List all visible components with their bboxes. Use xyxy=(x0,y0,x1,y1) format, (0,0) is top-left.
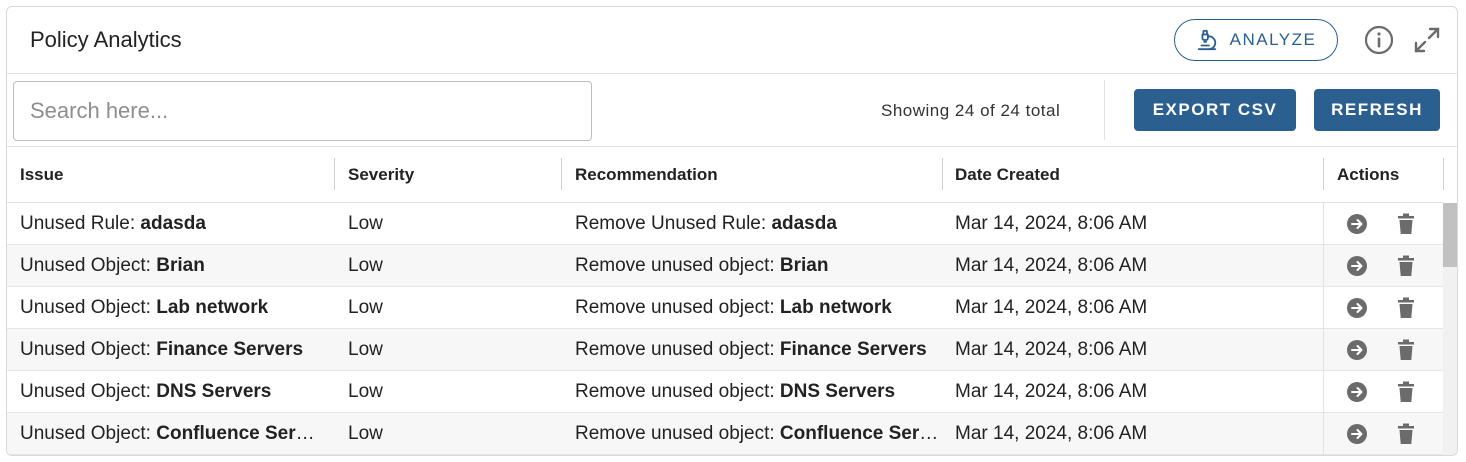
microscope-icon xyxy=(1197,29,1216,51)
recommendation-name: adasda xyxy=(771,213,837,234)
toolbar-divider xyxy=(1104,80,1105,140)
severity-cell: Low xyxy=(348,213,383,234)
issue-name: Lab network xyxy=(156,297,269,318)
date-cell: Mar 14, 2024, 8:06 AM xyxy=(955,297,1148,318)
issue-name: Confluence Servers xyxy=(156,423,317,444)
severity-cell: Low xyxy=(348,339,383,360)
table-row[interactable]: Unused Object: Brian Low Remove unused o… xyxy=(7,245,1443,287)
recommendation-name: Finance Servers xyxy=(779,339,927,360)
severity-cell: Low xyxy=(348,381,383,402)
recommendation-name: Confluence Servers xyxy=(779,423,942,444)
column-header-severity[interactable]: Severity xyxy=(335,147,414,203)
search-input[interactable] xyxy=(13,81,592,141)
trash-icon[interactable] xyxy=(1396,381,1416,403)
date-cell: Mar 14, 2024, 8:06 AM xyxy=(955,381,1148,402)
analyze-label: ANALYZE xyxy=(1229,30,1317,49)
issue-name: adasda xyxy=(140,213,206,234)
issues-table: Issue Severity Recommendation Date Creat… xyxy=(7,147,1457,455)
trash-icon[interactable] xyxy=(1396,213,1416,235)
recommendation-cell: Remove unused object: Confluence Servers xyxy=(562,413,942,454)
arrow-circle-right-icon[interactable] xyxy=(1346,213,1368,235)
column-header-actions: Actions xyxy=(1337,165,1400,184)
expand-icon[interactable] xyxy=(1412,25,1442,55)
export-csv-button[interactable]: EXPORT CSV xyxy=(1134,89,1296,131)
date-cell: Mar 14, 2024, 8:06 AM xyxy=(955,255,1148,276)
table-row[interactable]: Unused Object: Confluence Servers Low Re… xyxy=(7,413,1443,455)
recommendation-name: Brian xyxy=(779,255,829,276)
result-count: Showing 24 of 24 total xyxy=(881,101,1061,120)
recommendation-name: Lab network xyxy=(779,297,892,318)
recommendation-name: DNS Servers xyxy=(779,381,896,402)
issue-name: DNS Servers xyxy=(156,381,272,402)
table-row[interactable]: Unused Rule: adasda Low Remove Unused Ru… xyxy=(7,203,1443,245)
trash-icon[interactable] xyxy=(1396,297,1416,319)
date-cell: Mar 14, 2024, 8:06 AM xyxy=(955,423,1148,444)
recommendation-cell: Remove unused object: Finance Servers xyxy=(575,339,927,360)
trash-icon[interactable] xyxy=(1396,423,1416,445)
arrow-circle-right-icon[interactable] xyxy=(1346,423,1368,445)
recommendation-cell: Remove unused object: Brian xyxy=(575,255,829,276)
analyze-button[interactable]: ANALYZE xyxy=(1174,19,1338,61)
recommendation-cell: Remove Unused Rule: adasda xyxy=(575,213,837,234)
table-body: Unused Rule: adasda Low Remove Unused Ru… xyxy=(7,203,1443,455)
toolbar: Showing 24 of 24 total EXPORT CSV REFRES… xyxy=(7,74,1457,147)
date-cell: Mar 14, 2024, 8:06 AM xyxy=(955,339,1148,360)
column-header-recommendation[interactable]: Recommendation xyxy=(562,147,718,203)
arrow-circle-right-icon[interactable] xyxy=(1346,339,1368,361)
issue-cell: Unused Object: Confluence Servers xyxy=(7,413,317,454)
table-header: Issue Severity Recommendation Date Creat… xyxy=(7,147,1444,203)
arrow-circle-right-icon[interactable] xyxy=(1346,381,1368,403)
issue-name: Brian xyxy=(156,255,205,276)
date-cell: Mar 14, 2024, 8:06 AM xyxy=(955,213,1148,234)
severity-cell: Low xyxy=(348,255,383,276)
table-row[interactable]: Unused Object: Lab network Low Remove un… xyxy=(7,287,1443,329)
refresh-button[interactable]: REFRESH xyxy=(1314,89,1440,131)
trash-icon[interactable] xyxy=(1396,339,1416,361)
recommendation-cell: Remove unused object: DNS Servers xyxy=(575,381,896,402)
arrow-circle-right-icon[interactable] xyxy=(1346,255,1368,277)
issue-name: Finance Servers xyxy=(156,339,304,360)
table-row[interactable]: Unused Object: DNS Servers Low Remove un… xyxy=(7,371,1443,413)
issue-cell: Unused Object: Lab network xyxy=(20,297,269,318)
scrollbar-thumb[interactable] xyxy=(1443,203,1457,267)
column-separator xyxy=(1443,158,1444,190)
severity-cell: Low xyxy=(348,297,383,318)
column-header-issue[interactable]: Issue xyxy=(7,147,63,203)
issue-cell: Unused Object: Brian xyxy=(20,255,205,276)
table-row[interactable]: Unused Object: Finance Servers Low Remov… xyxy=(7,329,1443,371)
issue-cell: Unused Object: DNS Servers xyxy=(20,381,272,402)
column-header-date[interactable]: Date Created xyxy=(942,147,1060,203)
policy-analytics-panel: Policy Analytics ANALYZE Showing 24 of 2… xyxy=(6,6,1458,456)
panel-header: Policy Analytics ANALYZE xyxy=(7,7,1457,74)
issue-cell: Unused Object: Finance Servers xyxy=(20,339,304,360)
page-title: Policy Analytics xyxy=(30,27,182,52)
severity-cell: Low xyxy=(348,423,383,444)
arrow-circle-right-icon[interactable] xyxy=(1346,297,1368,319)
info-icon[interactable] xyxy=(1364,25,1394,55)
issue-cell: Unused Rule: adasda xyxy=(20,213,206,234)
trash-icon[interactable] xyxy=(1396,255,1416,277)
recommendation-cell: Remove unused object: Lab network xyxy=(575,297,892,318)
